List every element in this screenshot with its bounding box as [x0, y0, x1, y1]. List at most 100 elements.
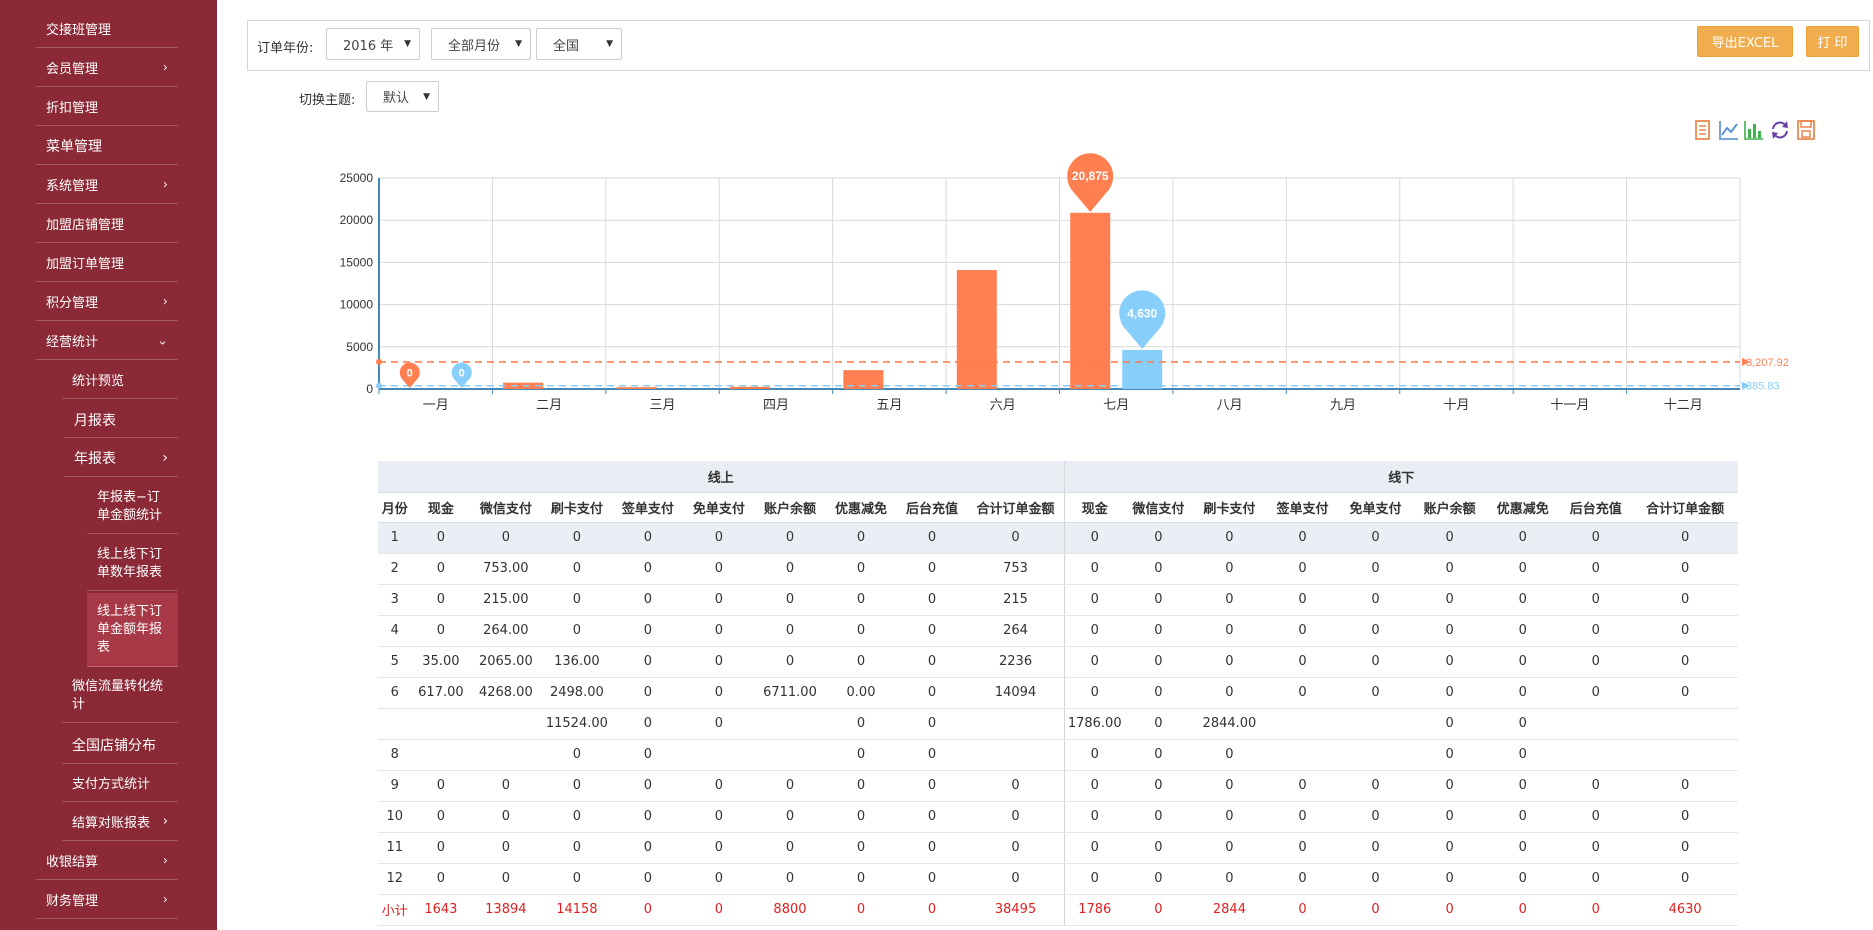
- save-image-icon[interactable]: [1795, 119, 1817, 141]
- sidebar-item-cashier[interactable]: 收银结算 ›: [36, 842, 178, 880]
- caret-down-icon: ▼: [606, 39, 613, 49]
- table-cell: 0: [1559, 522, 1633, 554]
- table-cell: 0: [1191, 615, 1267, 647]
- sidebar-item-menu[interactable]: 菜单管理: [36, 127, 178, 165]
- table-cell: 0: [1632, 832, 1738, 864]
- table-cell: [967, 708, 1065, 740]
- sidebar-item-discounts[interactable]: 折扣管理: [36, 88, 178, 126]
- table-row: 4 0 264.00 0 0 0 0 0 0 264 0 0 0 0 0 0 0 0 0: [378, 615, 1738, 647]
- column-header: 现金: [1063, 492, 1125, 523]
- table-cell: 0: [411, 801, 471, 833]
- table-cell: 0: [754, 863, 826, 895]
- mark-line-label: 385.83: [1746, 381, 1780, 393]
- year-select[interactable]: 2016 年 ▼: [326, 28, 420, 60]
- table-cell: 0: [1559, 553, 1633, 585]
- table-cell: 12: [378, 863, 412, 895]
- table-cell: 0: [1191, 739, 1267, 771]
- export-excel-button[interactable]: 导出EXCEL: [1697, 26, 1793, 57]
- sidebar-item-finance[interactable]: 财务管理 ›: [36, 881, 178, 919]
- sidebar-item-shift-handover[interactable]: 交接班管理: [36, 10, 178, 48]
- column-header: 微信支付: [470, 492, 542, 523]
- table-cell: 0: [1486, 584, 1560, 616]
- table-cell: 0: [1486, 863, 1560, 895]
- table-cell: [1338, 739, 1414, 771]
- sidebar-item-stats-preview[interactable]: 统计预览: [62, 361, 178, 399]
- table-cell: 0: [1632, 553, 1738, 585]
- mark-line-label: 3,207.92: [1746, 357, 1789, 369]
- region-select[interactable]: 全国 ▼: [536, 28, 622, 60]
- table-cell: 0: [612, 770, 684, 802]
- column-header: 签单支付: [1266, 492, 1339, 523]
- print-button[interactable]: 打 印: [1806, 26, 1859, 57]
- sidebar-item-label: 线上线下订单数年报表: [97, 546, 163, 580]
- table-cell: 0: [1559, 646, 1633, 678]
- sidebar-item-store-distribution[interactable]: 全国店铺分布: [62, 726, 178, 764]
- month-select[interactable]: 全部月份 ▼: [431, 28, 531, 60]
- table-cell: 0: [1063, 770, 1125, 802]
- sidebar-item-settlement-report[interactable]: 结算对账报表 ›: [62, 803, 178, 841]
- sidebar-item-members[interactable]: 会员管理 ›: [36, 49, 178, 87]
- table-cell: 0: [683, 615, 755, 647]
- table-cell: 0: [470, 863, 542, 895]
- table-cell: 0: [1486, 522, 1560, 554]
- table-cell: 0: [967, 863, 1065, 895]
- table-cell: 0: [470, 522, 542, 554]
- table-cell: 0: [1063, 863, 1125, 895]
- sidebar-item-yearly-order-amount[interactable]: 年报表−订单金额统计: [87, 480, 178, 534]
- table-cell: 0: [1559, 677, 1633, 709]
- table-cell: 0: [683, 553, 755, 585]
- sidebar-item-points[interactable]: 积分管理 ›: [36, 283, 178, 321]
- sidebar-item-label: 交接班管理: [46, 23, 112, 38]
- table-cell: 0: [612, 584, 684, 616]
- sidebar-item-franchise-orders[interactable]: 加盟订单管理: [36, 244, 178, 282]
- theme-select[interactable]: 默认 ▼: [366, 81, 439, 112]
- sidebar-item-franchise-stores[interactable]: 加盟店铺管理: [36, 205, 178, 243]
- sidebar-item-label: 微信流量转化统计: [72, 678, 164, 712]
- table-cell: 0: [541, 801, 613, 833]
- total-cell: 4630: [1632, 894, 1738, 926]
- total-cell: 38495: [967, 894, 1065, 926]
- sidebar-item-label: 统计预览: [72, 374, 125, 389]
- table-cell: 0: [541, 553, 613, 585]
- yearly-amount-table: 线上 线下 月份 现金 微信支付 刷卡支付 签单支付 免单支付 账户余额 优惠减免 后台充值 合计…: [378, 461, 1738, 926]
- table-cell: 6711.00: [754, 677, 826, 709]
- table-cell: 0: [1338, 615, 1414, 647]
- x-tick-label: 八月: [1217, 397, 1243, 412]
- table-cell: 264: [967, 615, 1065, 647]
- sidebar-item-online-offline-orders[interactable]: 线上线下订单数年报表: [87, 537, 178, 591]
- table-cell: 0: [683, 677, 755, 709]
- total-cell: 13894: [470, 894, 542, 926]
- table-cell: 0: [1486, 832, 1560, 864]
- sidebar-item-wechat-conversion[interactable]: 微信流量转化统计: [62, 669, 178, 723]
- caret-down-icon: ▼: [423, 91, 430, 102]
- sidebar-item-monthly-report[interactable]: 月报表: [64, 402, 178, 438]
- table-cell: 0: [1338, 770, 1414, 802]
- table-cell: 0: [1266, 615, 1339, 647]
- table-cell: 0: [683, 832, 755, 864]
- table-cell: 2065.00: [470, 646, 542, 678]
- table-cell: 0: [1063, 677, 1125, 709]
- table-cell: 0: [541, 832, 613, 864]
- table-row: 2 0 753.00 0 0 0 0 0 0 753 0 0 0 0 0 0 0 0 0: [378, 553, 1738, 585]
- mark-point-label: 4,630: [1127, 306, 1157, 320]
- table-cell: 0: [470, 832, 542, 864]
- table-cell: 0: [1632, 615, 1738, 647]
- sidebar-item-online-offline-amount[interactable]: 线上线下订单金额年报表: [87, 593, 178, 667]
- column-header: 微信支付: [1124, 492, 1192, 523]
- table-cell: 0: [1413, 708, 1487, 740]
- x-tick-label: 四月: [763, 397, 789, 412]
- chevron-right-icon: ›: [162, 853, 168, 868]
- table-cell: 11524.00: [541, 708, 613, 740]
- sidebar-item-payment-stats[interactable]: 支付方式统计: [62, 764, 178, 802]
- sidebar-item-yearly-report[interactable]: 年报表 ›: [64, 439, 178, 477]
- table-row: 8000000000: [378, 739, 1738, 771]
- sidebar-item-business-stats[interactable]: 经营统计 ⌄: [36, 322, 178, 360]
- table-cell: 0: [470, 770, 542, 802]
- sidebar-item-system[interactable]: 系统管理 ›: [36, 166, 178, 204]
- column-header: 账户余额: [1413, 492, 1487, 523]
- table-cell: 0: [541, 522, 613, 554]
- total-cell: 14158: [541, 894, 613, 926]
- table-cell: 0: [1191, 770, 1267, 802]
- table-cell: 0: [825, 801, 897, 833]
- sidebar-item-label: 全国店铺分布: [72, 737, 156, 754]
